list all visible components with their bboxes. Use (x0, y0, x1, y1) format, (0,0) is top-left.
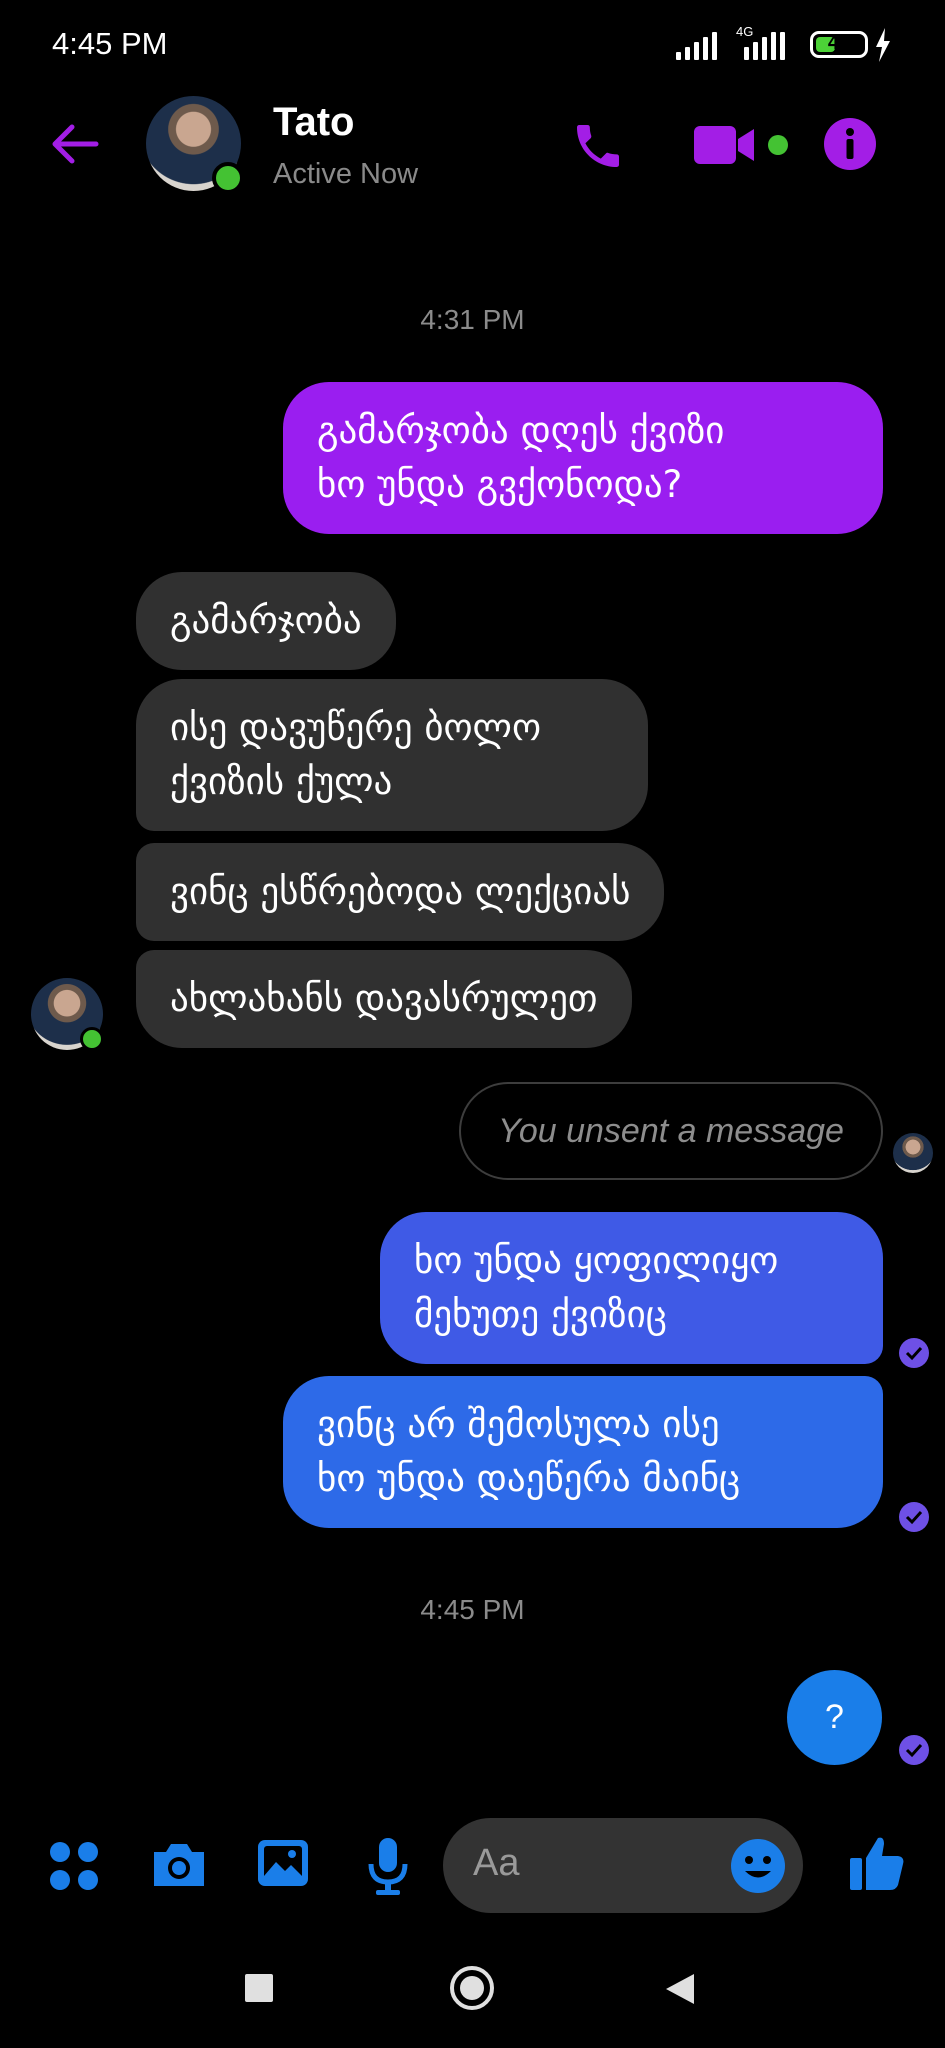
battery-icon: 42 (810, 31, 868, 58)
video-camera-icon[interactable] (692, 122, 758, 168)
phone-icon[interactable] (570, 118, 626, 174)
message-input[interactable]: Aa (443, 1818, 803, 1913)
outgoing-message[interactable]: ხო უნდა ყოფილიყო მეხუთე ქვიზიც (380, 1212, 883, 1364)
video-active-dot (768, 135, 788, 155)
delivered-check-icon (899, 1735, 929, 1765)
incoming-message[interactable]: ისე დავუწერე ბოლო ქვიზის ქულა (136, 679, 648, 831)
online-indicator (80, 1027, 104, 1051)
camera-icon[interactable] (150, 1838, 208, 1890)
status-time: 4:45 PM (52, 26, 168, 61)
back-nav-button[interactable] (664, 1972, 696, 2006)
incoming-message[interactable]: ახლახანს დავასრულეთ (136, 950, 632, 1048)
unsent-message-notice: You unsent a message (459, 1082, 883, 1180)
question-message[interactable]: ? (787, 1670, 882, 1765)
timestamp: 4:31 PM (420, 304, 525, 335)
gallery-image-icon[interactable] (256, 1838, 310, 1888)
timestamp: 4:45 PM (420, 1594, 525, 1625)
message-input-placeholder: Aa (473, 1842, 520, 1884)
incoming-message[interactable]: გამარჯობა (136, 572, 396, 670)
battery-percent: 42 (827, 32, 851, 54)
outgoing-message[interactable]: გამარჯობა დღეს ქვიზი ხო უნდა გვქონოდა? (283, 382, 883, 534)
charging-icon (876, 28, 890, 62)
info-icon[interactable] (823, 117, 877, 171)
online-indicator (212, 162, 244, 194)
recent-apps-button[interactable] (245, 1974, 273, 2002)
signal-icon (676, 30, 717, 60)
status-bar: 4:45 PM 4G 42 (0, 0, 945, 90)
four-dots-menu-icon[interactable] (48, 1840, 100, 1892)
emoji-smiley-icon[interactable] (730, 1838, 786, 1894)
presence-status: Active Now (273, 158, 419, 190)
delivered-check-icon (899, 1338, 929, 1368)
outgoing-message[interactable]: ვინც არ შემოსულა ისე ხო უნდა დაეწერა მაი… (283, 1376, 883, 1528)
seen-avatar (893, 1133, 933, 1173)
home-button[interactable] (450, 1966, 494, 2010)
sender-avatar (31, 978, 104, 1051)
contact-name[interactable]: Tato (273, 100, 354, 145)
thumbs-up-like-icon[interactable] (848, 1834, 906, 1892)
contact-avatar[interactable] (146, 96, 244, 194)
back-arrow-icon[interactable] (48, 118, 100, 170)
incoming-message[interactable]: ვინც ესწრებოდა ლექციას (136, 843, 665, 941)
signal-icon-2 (735, 30, 785, 60)
delivered-check-icon (899, 1502, 929, 1532)
microphone-icon[interactable] (366, 1836, 410, 1896)
